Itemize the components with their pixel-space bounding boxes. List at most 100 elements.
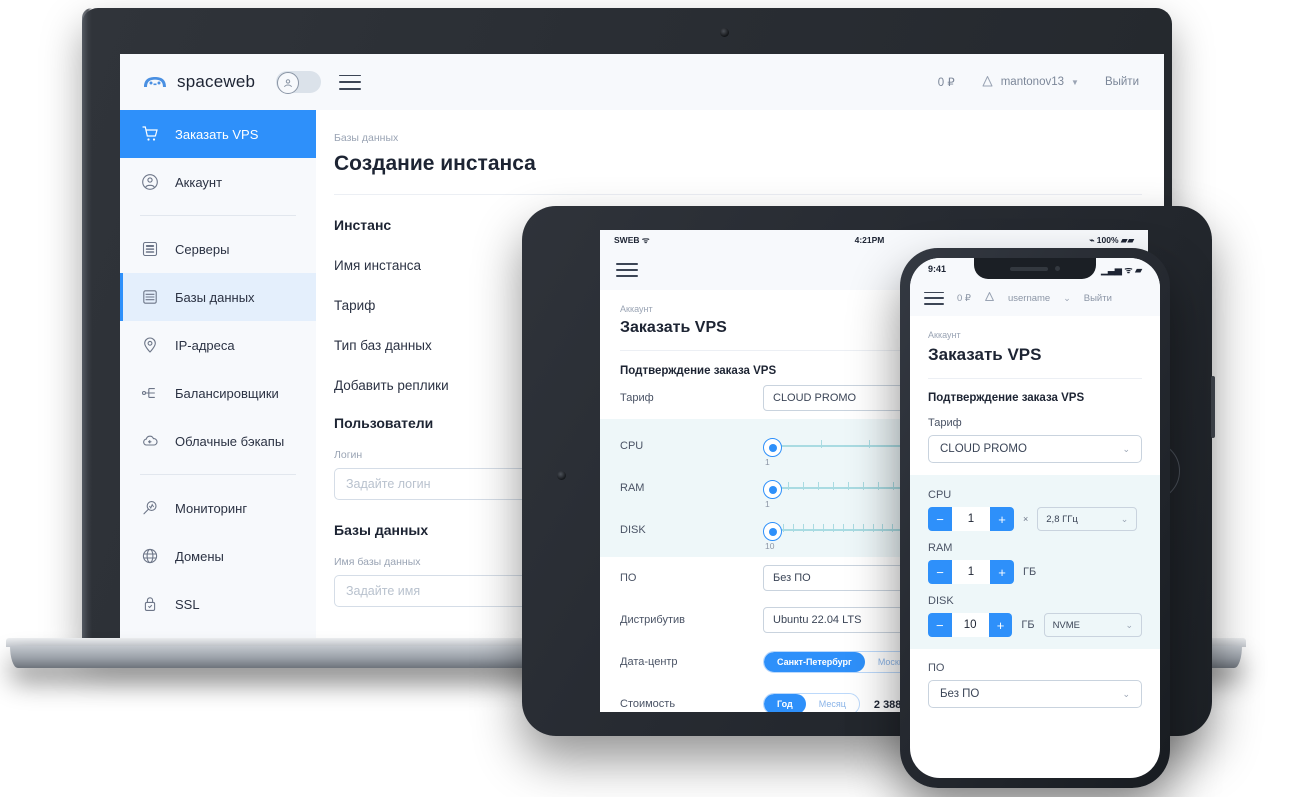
disk-value[interactable]: 10	[951, 613, 989, 637]
avatar-toggle-icon	[277, 72, 300, 94]
sidebar-item-label: Заказать VPS	[175, 126, 259, 142]
hamburger-menu-icon[interactable]	[339, 74, 362, 90]
datacenter-option-spb[interactable]: Санкт-Петербург	[764, 652, 865, 672]
slider-handle[interactable]	[763, 480, 782, 499]
sidebar-item-monitoring[interactable]: Мониторинг	[120, 484, 316, 532]
username-label[interactable]: username	[1008, 293, 1050, 304]
price-option-year[interactable]: Год	[764, 694, 806, 712]
logout-button[interactable]: Выйти	[1105, 76, 1139, 88]
cpu-frequency-select[interactable]: 2,8 ГГц ⌄	[1037, 507, 1138, 531]
field-label-price: Стоимость	[620, 698, 676, 710]
sidebar-item-balancers[interactable]: Балансировщики	[120, 369, 316, 417]
device-mockup-scene: spaceweb 0 ₽ mantonov13 ▼ Выйти Заказать…	[0, 0, 1291, 797]
tablet-power-button[interactable]	[1211, 376, 1215, 438]
sidebar-item-ssl[interactable]: SSL	[120, 580, 316, 628]
ram-stepper-row: − 1 + ГБ	[910, 554, 1160, 584]
wifi-icon: ᯤ	[641, 234, 650, 245]
status-left-group: SWEB ᯤ	[614, 235, 650, 246]
sidebar-item-databases[interactable]: Базы данных	[120, 273, 316, 321]
cpu-value[interactable]: 1	[952, 507, 990, 531]
price-period-toggle-group[interactable]: Год Месяц	[763, 693, 860, 712]
slider-value-ram: 1	[765, 499, 770, 509]
front-camera-icon	[1055, 266, 1060, 271]
sidebar-item-order-vps[interactable]: Заказать VPS	[120, 110, 316, 158]
disk-type-select[interactable]: NVME ⌄	[1043, 613, 1142, 637]
status-time: 4:21PM	[854, 235, 885, 245]
sidebar-item-label: Мониторинг	[175, 500, 248, 516]
distro-value: Ubuntu 22.04 LTS	[773, 614, 862, 626]
breadcrumb[interactable]: Аккаунт	[928, 330, 1142, 340]
header-right-group: 0 ₽ mantonov13 ▼ Выйти	[938, 75, 1139, 89]
brand-logo[interactable]: spaceweb	[142, 72, 255, 92]
cpu-decrement-button[interactable]: −	[928, 507, 952, 531]
desktop-header: spaceweb 0 ₽ mantonov13 ▼ Выйти	[120, 54, 1164, 110]
lock-icon	[140, 594, 160, 614]
field-label-po: ПО	[620, 572, 637, 584]
hamburger-menu-icon[interactable]	[924, 291, 944, 305]
user-menu[interactable]: mantonov13 ▼	[981, 75, 1079, 89]
chevron-down-icon: ⌄	[1125, 619, 1133, 630]
section-subtitle: Подтверждение заказа VPS	[928, 392, 1085, 404]
sidebar-item-ip-addresses[interactable]: IP-адреса	[120, 321, 316, 369]
user-circle-icon	[140, 172, 160, 192]
sidebar-item-label: Базы данных	[175, 289, 255, 305]
slider-label-cpu: CPU	[620, 440, 644, 452]
field-label-tariff: Тариф	[928, 417, 962, 429]
tablet-status-bar: SWEB ᯤ 4:21PM ⌁ 100% ▰▰	[600, 230, 1148, 250]
tablet-camera-icon	[557, 471, 566, 480]
ram-value[interactable]: 1	[952, 560, 990, 584]
sidebar-divider	[140, 215, 296, 216]
sidebar-divider	[140, 474, 296, 475]
wifi-icon: ᯤ	[1124, 264, 1133, 275]
field-label-po: ПО	[928, 662, 945, 674]
breadcrumb[interactable]: Базы данных	[334, 132, 1164, 144]
sidebar-item-label: Аккаунт	[175, 174, 223, 190]
field-label-disk: DISK	[928, 595, 954, 607]
ram-quantity-stepper[interactable]: − 1 +	[928, 560, 1014, 584]
disk-increment-button[interactable]: +	[988, 613, 1013, 637]
speaker-icon	[1010, 266, 1048, 271]
ram-decrement-button[interactable]: −	[928, 560, 952, 584]
chevron-down-icon: ⌄	[1122, 688, 1130, 699]
disk-decrement-button[interactable]: −	[928, 613, 952, 637]
slider-handle[interactable]	[763, 438, 782, 457]
sidebar-item-servers[interactable]: Серверы	[120, 225, 316, 273]
cpu-quantity-stepper[interactable]: − 1 +	[928, 507, 1014, 531]
multiply-sign: ×	[1023, 514, 1029, 524]
database-icon	[140, 287, 160, 307]
phone-page-head: Аккаунт Заказать VPS	[910, 316, 1160, 365]
ram-unit-label: ГБ	[1023, 566, 1037, 578]
phone-notch	[974, 258, 1096, 279]
sidebar-item-domains[interactable]: Домены	[120, 532, 316, 580]
server-icon	[140, 239, 160, 259]
disk-quantity-stepper[interactable]: − 10 +	[928, 613, 1013, 637]
price-option-month[interactable]: Месяц	[806, 694, 859, 712]
carrier-label: SWEB	[614, 234, 640, 245]
po-value: Без ПО	[940, 688, 980, 700]
phone-status-bar: 9:41 ▁▃▅ ᯤ ▰	[910, 258, 1160, 280]
sidebar-item-account[interactable]: Аккаунт	[120, 158, 316, 206]
sidebar-item-label: Домены	[175, 548, 224, 564]
tariff-select[interactable]: CLOUD PROMO ⌄	[928, 435, 1142, 463]
ram-increment-button[interactable]: +	[990, 560, 1014, 584]
logout-button[interactable]: Выйти	[1084, 293, 1112, 304]
page-title: Заказать VPS	[928, 345, 1042, 364]
phone-resources-panel: CPU − 1 + × 2,8 ГГц ⌄ RAM − 1 + ГБ DISK …	[910, 475, 1160, 649]
avatar-toggle-switch[interactable]	[276, 71, 322, 94]
po-select[interactable]: Без ПО ⌄	[928, 680, 1142, 708]
cloud-backup-icon	[140, 431, 160, 451]
slider-handle[interactable]	[763, 522, 782, 541]
sidebar-item-cloud-backups[interactable]: Облачные бэкапы	[120, 417, 316, 465]
cart-icon	[140, 124, 160, 144]
datacenter-toggle-group[interactable]: Санкт-Петербург Москва	[763, 651, 923, 673]
phone-screen: 9:41 ▁▃▅ ᯤ ▰ 0 ₽ username ⌄ Выйти Аккаун…	[910, 258, 1160, 778]
bell-icon[interactable]	[984, 291, 995, 306]
sidebar-item-label: Серверы	[175, 241, 230, 257]
laptop-camera-icon	[720, 28, 729, 37]
cpu-increment-button[interactable]: +	[990, 507, 1014, 531]
field-label-distro: Дистрибутив	[620, 614, 685, 626]
hamburger-menu-icon[interactable]	[616, 263, 638, 277]
battery-percent: 100%	[1096, 234, 1119, 245]
sidebar-item-label: IP-адреса	[175, 337, 235, 353]
po-value: Без ПО	[773, 572, 811, 584]
